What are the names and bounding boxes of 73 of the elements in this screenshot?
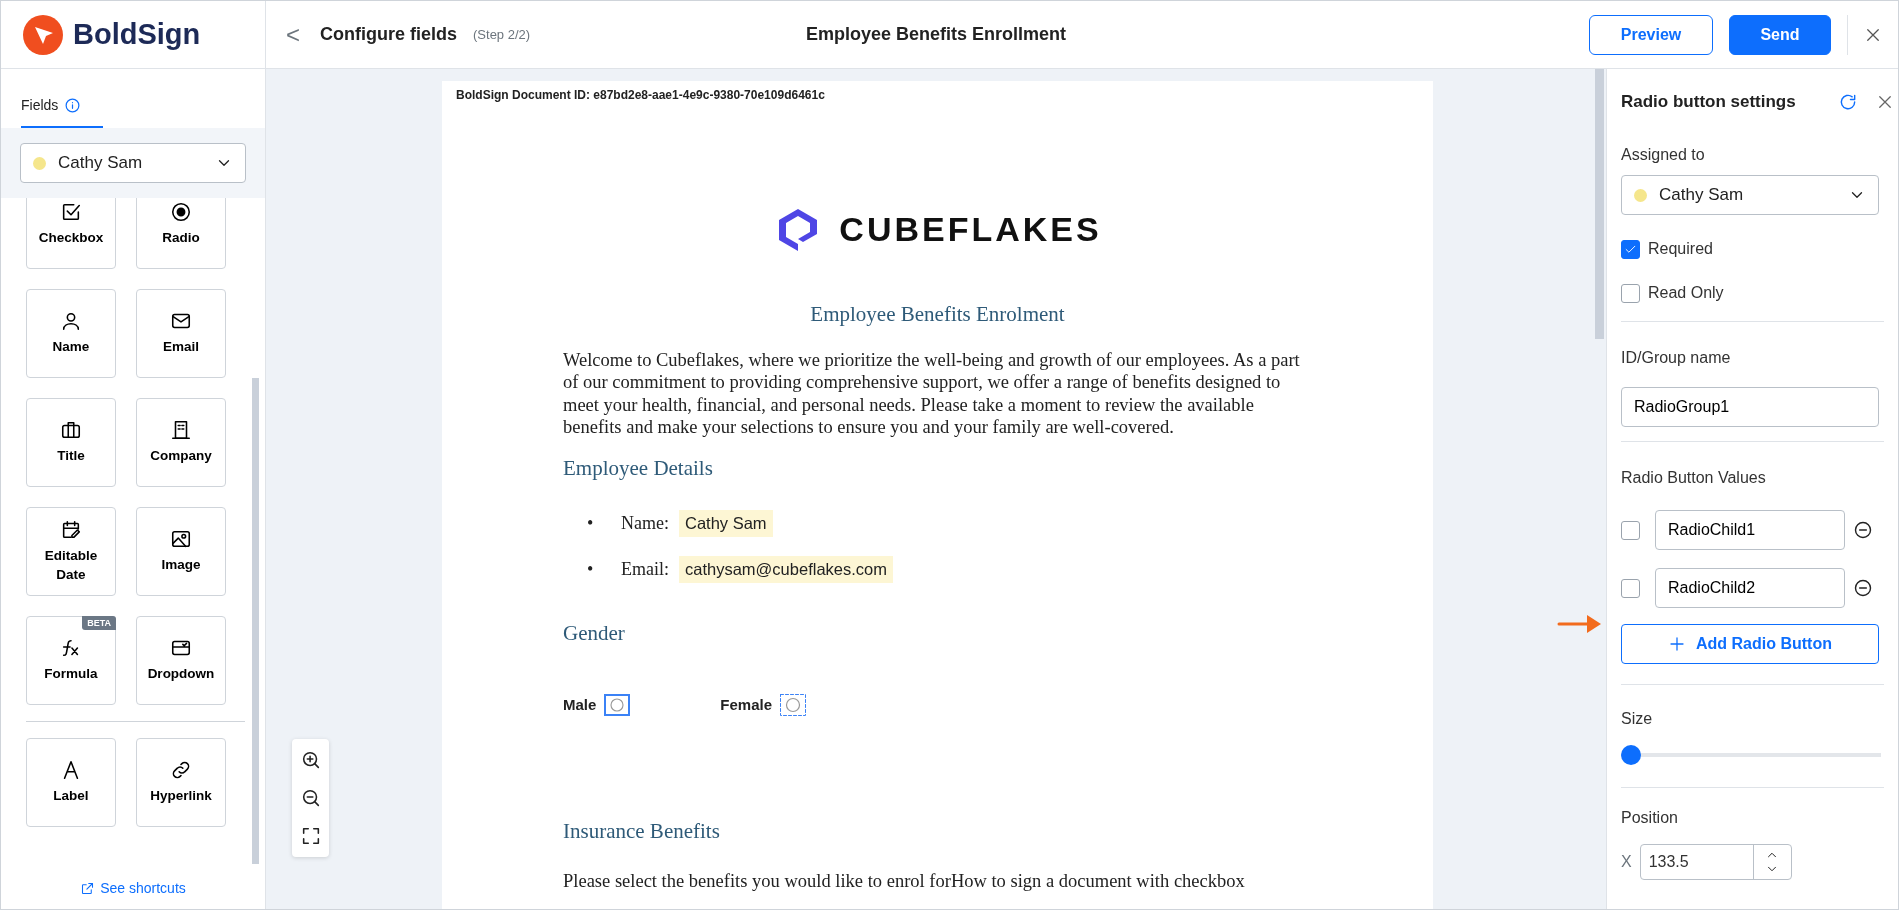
add-radio-button[interactable]: Add Radio Button — [1621, 624, 1879, 664]
radio-label: Female — [720, 694, 773, 715]
document-title: Employee Benefits Enrollment — [806, 23, 1067, 46]
external-link-icon — [80, 881, 96, 896]
size-slider-thumb[interactable] — [1621, 745, 1641, 765]
group-name-field[interactable]: RadioGroup1 — [1621, 387, 1879, 427]
back-button[interactable]: < — [282, 22, 304, 47]
preview-button[interactable]: Preview — [1589, 14, 1713, 55]
plus-icon — [1668, 635, 1686, 653]
radio-field[interactable] — [604, 694, 631, 716]
field-label: Name: — [621, 511, 669, 535]
radio-field[interactable] — [780, 694, 807, 716]
step-label: (Step 2/2) — [473, 25, 531, 44]
field-label: Position — [1621, 808, 1679, 828]
intro-paragraph: Welcome to Cubeflakes, where we prioritize the well-being and growth of our employees. As a part of our commitment to providing comprehensive support, we offer a range of benefits designed to meet your health, financial, and personal needs. Please take a moment to review the available benefits and make your selections to ensure you and your family are well-covered. — [563, 348, 1301, 439]
field-tile[interactable]: Dropdown — [136, 616, 226, 705]
refresh-icon[interactable] — [1838, 92, 1858, 112]
beta-badge: BETA — [82, 616, 116, 631]
radio-label: Male — [563, 694, 597, 715]
field-label: Size — [1621, 709, 1654, 729]
radio-value-field[interactable]: RadioChild1 — [1655, 510, 1845, 550]
field-tile[interactable]: Title — [26, 398, 116, 487]
checkbox[interactable] — [1621, 578, 1640, 598]
field-tile[interactable]: BETA Formula — [26, 616, 116, 705]
field-tile[interactable]: Checkbox — [26, 198, 116, 269]
see-shortcuts-link[interactable]: See shortcuts — [1, 864, 265, 909]
checkbox[interactable] — [1621, 283, 1640, 303]
field-tile[interactable]: Company — [136, 398, 226, 487]
field-label: Assigned to — [1621, 145, 1706, 165]
radio-circle-icon — [609, 697, 626, 713]
radio-icon — [170, 201, 192, 224]
field-tile[interactable]: Label — [26, 738, 116, 827]
info-icon — [64, 97, 82, 114]
section-heading: Employee Details — [563, 454, 714, 482]
arrow-icon — [1557, 613, 1603, 635]
document-id: BoldSign Document ID: e87bd2e8-aae1-4e9c-9380-70e109d6461c — [456, 87, 826, 104]
page-title: Configure fields — [320, 23, 457, 46]
field-label: ID/Group name — [1621, 348, 1732, 368]
field-tile[interactable]: Radio — [136, 198, 226, 269]
building-icon — [170, 419, 192, 442]
checkbox[interactable] — [1621, 239, 1640, 259]
checkbox-label: Read Only — [1648, 283, 1724, 303]
send-button[interactable]: Send — [1729, 14, 1831, 55]
field-tile[interactable]: Name — [26, 289, 116, 378]
paragraph: Please select the benefits you would like to enrol forHow to sign a document with checkbox — [563, 869, 1246, 893]
bullet: • — [587, 557, 595, 581]
person-icon — [60, 310, 82, 333]
field-tile[interactable]: Editable Date — [26, 507, 116, 596]
checkbox[interactable] — [1621, 520, 1640, 540]
filled-field: Cathy Sam — [679, 509, 773, 537]
bullet: • — [587, 511, 595, 535]
field-tile[interactable]: Image — [136, 507, 226, 596]
filled-field: cathysam@cubeflakes.com — [679, 555, 893, 583]
radio-value-field[interactable]: RadioChild2 — [1655, 568, 1845, 608]
logo-icon — [23, 14, 63, 55]
signer-select[interactable]: Cathy Sam — [20, 143, 246, 183]
brand-name: BoldSign — [73, 16, 201, 52]
panel-title: Radio button settings — [1621, 91, 1796, 114]
x-position-field[interactable]: 133.5 — [1639, 844, 1792, 880]
field-label: Email: — [621, 557, 669, 581]
field-label: X — [1621, 852, 1632, 872]
assignee-select[interactable]: Cathy Sam — [1621, 175, 1879, 215]
field-tile[interactable]: Hyperlink — [136, 738, 226, 827]
close-icon[interactable] — [1876, 93, 1894, 111]
field-label: Radio Button Values — [1621, 468, 1767, 488]
remove-icon[interactable] — [1853, 578, 1873, 598]
checkbox-label: Required — [1648, 239, 1713, 259]
field-tile[interactable]: Email — [136, 289, 226, 378]
logo-text: CUBEFLAKES — [839, 209, 1102, 250]
section-heading: Gender — [563, 620, 626, 648]
section-heading: Insurance Benefits — [563, 818, 721, 846]
document-heading: Employee Benefits Enrolment — [809, 301, 1066, 328]
remove-icon[interactable] — [1853, 520, 1873, 540]
